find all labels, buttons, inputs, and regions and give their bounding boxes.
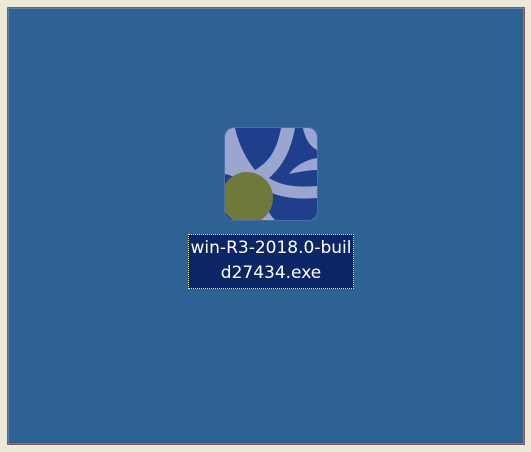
desktop-area[interactable]: win-R3-2018.0-build27434.exe: [7, 7, 525, 445]
desktop-file-icon[interactable]: win-R3-2018.0-build27434.exe: [186, 128, 356, 289]
file-name-label[interactable]: win-R3-2018.0-build27434.exe: [188, 234, 354, 289]
installer-app-icon[interactable]: [225, 128, 317, 220]
network-graph-icon: [225, 128, 317, 220]
window-frame: win-R3-2018.0-build27434.exe: [0, 0, 531, 452]
